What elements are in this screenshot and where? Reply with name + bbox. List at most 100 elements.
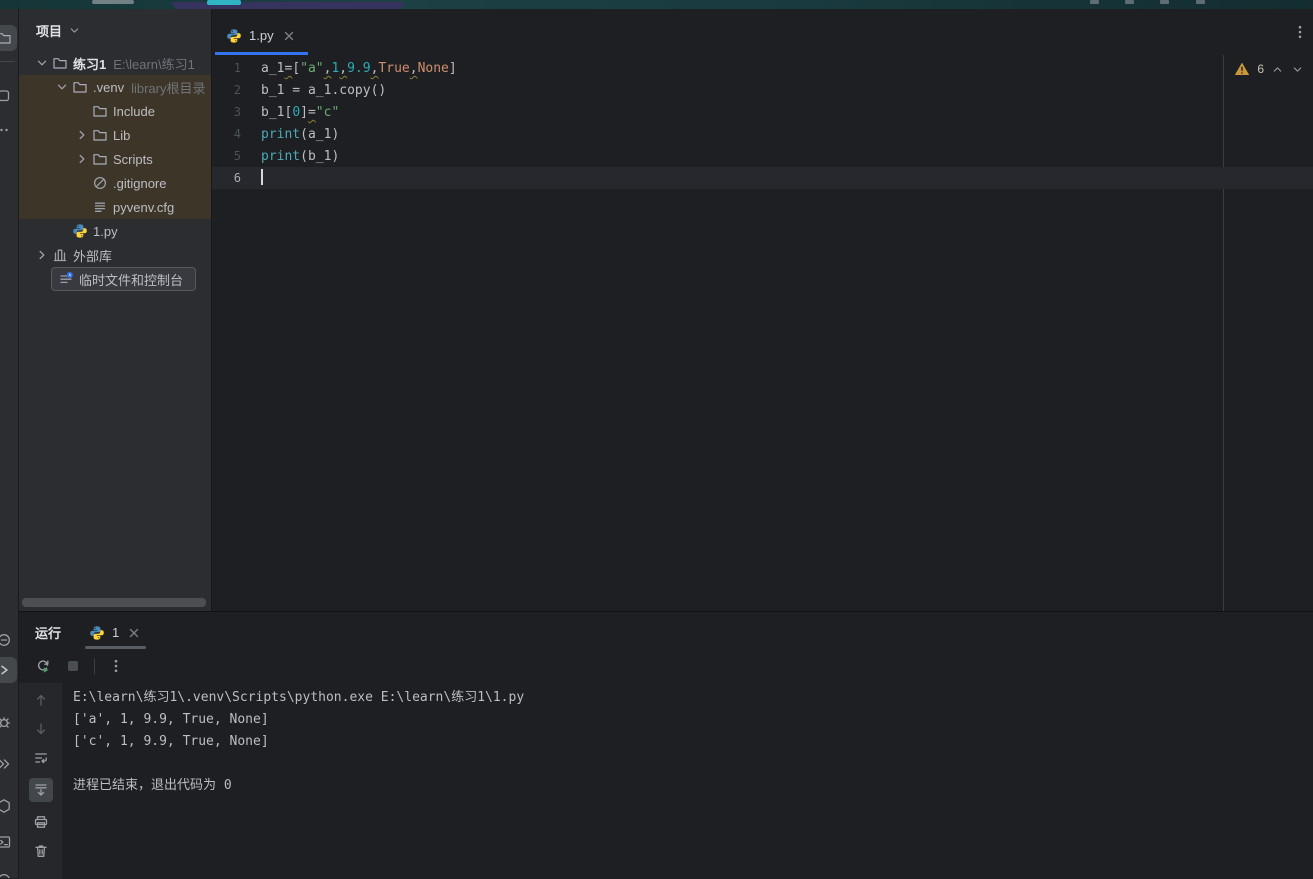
line-number[interactable]: 5	[212, 145, 241, 167]
background-toolbar-icon	[1125, 0, 1134, 4]
tree-item[interactable]: Lib	[19, 123, 211, 147]
background-artifact	[92, 0, 134, 4]
background-toolbar-icon	[1160, 0, 1169, 4]
run-tab-label: 1	[112, 625, 119, 640]
line-number[interactable]: 2	[212, 79, 241, 101]
project-tool-button[interactable]	[0, 25, 17, 51]
scratches-box[interactable]: 临时文件和控制台	[51, 267, 196, 291]
text-cursor	[261, 169, 263, 185]
scroll-to-end-button[interactable]	[29, 778, 53, 802]
tree-item-label: .gitignore	[113, 176, 166, 191]
tree-item-label: 临时文件和控制台	[79, 270, 183, 289]
warning-icon	[1234, 61, 1250, 77]
tree-item-label: 1.py	[93, 224, 118, 239]
next-problem-icon[interactable]	[1291, 63, 1304, 76]
line-number[interactable]: 6	[212, 167, 241, 189]
terminal-tool-button[interactable]	[0, 829, 17, 855]
scratch-icon	[57, 271, 75, 287]
code-editor[interactable]: 1a_1=["a",1,9.9,True,None]2b_1 = a_1.cop…	[212, 57, 1313, 189]
code-line[interactable]: 5print(b_1)	[212, 145, 1313, 167]
tool-window-stripe-left	[0, 9, 19, 878]
help-tool-button[interactable]	[0, 867, 17, 878]
line-number[interactable]: 3	[212, 101, 241, 123]
soft-wrap-button[interactable]	[32, 749, 50, 767]
code-line[interactable]: 2b_1 = a_1.copy()	[212, 79, 1313, 101]
line-number[interactable]: 1	[212, 57, 241, 79]
chevron-spacer	[73, 103, 91, 119]
close-icon[interactable]	[126, 625, 142, 641]
tree-item-hint: E:\learn\练习1	[113, 54, 195, 73]
code-line[interactable]: 6	[212, 167, 1313, 189]
toolbar-separator	[94, 658, 95, 675]
chevron-spacer	[73, 199, 91, 215]
python-icon	[71, 223, 89, 239]
services-tool-button[interactable]	[0, 751, 17, 777]
chevron-right-icon[interactable]	[33, 247, 51, 263]
tab-label: 1.py	[249, 28, 274, 43]
tree-item-label: 练习1	[73, 54, 106, 73]
debug-tool-button[interactable]	[0, 709, 17, 735]
editor-area: 1.py 1a_1=["a",1,9.9,True,None]2b_1 = a_…	[211, 9, 1313, 611]
editor-tab-1py[interactable]: 1.py	[215, 16, 308, 55]
background-artifact	[207, 0, 241, 5]
tab-options-menu-icon[interactable]	[1292, 24, 1308, 40]
chevron-down-icon	[68, 24, 81, 37]
chevron-down-icon[interactable]	[53, 79, 71, 95]
tree-item[interactable]: Include	[19, 99, 211, 123]
console-line: E:\learn\练习1\.venv\Scripts\python.exe E:…	[73, 687, 524, 709]
tree-item-label: pyvenv.cfg	[113, 200, 174, 215]
python-packages-tool-button[interactable]	[0, 793, 17, 819]
inspections-widget[interactable]: 6	[1234, 61, 1304, 77]
tree-item[interactable]: 外部库	[19, 243, 211, 267]
clear-console-button[interactable]	[32, 842, 50, 860]
tree-item[interactable]: 临时文件和控制台	[19, 267, 211, 291]
project-panel-title: 项目	[36, 21, 62, 40]
tree-item[interactable]: 练习1 E:\learn\练习1	[19, 51, 211, 75]
tree-item[interactable]: .gitignore	[19, 171, 211, 195]
tree-item-label: .venv	[93, 80, 124, 95]
up-stacktrace-button[interactable]	[32, 691, 50, 709]
console-line: ['c', 1, 9.9, True, None]	[73, 731, 524, 753]
run-tool-window: 运行 1 E:\learn\练习1\.venv\Scripts\python.e…	[19, 611, 1313, 879]
code-line[interactable]: 3b_1[0]="c"	[212, 101, 1313, 123]
editor-tab-bar: 1.py	[212, 9, 1313, 55]
print-button[interactable]	[32, 813, 50, 831]
folder-icon	[51, 55, 69, 71]
chevron-right-icon[interactable]	[73, 127, 91, 143]
tree-item[interactable]: 1.py	[19, 219, 211, 243]
folder-icon	[91, 103, 109, 119]
code-line[interactable]: 1a_1=["a",1,9.9,True,None]	[212, 57, 1313, 79]
folder-icon	[71, 79, 89, 95]
background-window-strip	[0, 0, 1313, 9]
line-number[interactable]: 4	[212, 123, 241, 145]
python-console-tool-button[interactable]	[0, 627, 17, 653]
chevron-spacer	[53, 223, 71, 239]
chevron-spacer	[33, 271, 51, 287]
run-tool-button[interactable]	[0, 657, 17, 683]
stripe-divider	[0, 61, 15, 62]
run-tab-1[interactable]: 1	[81, 616, 150, 649]
run-panel-title[interactable]: 运行	[35, 623, 61, 642]
project-panel-header[interactable]: 项目	[19, 9, 211, 51]
background-toolbar-icon	[1090, 0, 1099, 4]
tree-item[interactable]: .venvlibrary根目录	[19, 75, 211, 99]
down-stacktrace-button[interactable]	[32, 720, 50, 738]
folder-icon	[91, 151, 109, 167]
stop-button[interactable]	[64, 657, 82, 675]
tree-item[interactable]: Scripts	[19, 147, 211, 171]
tree-item[interactable]: pyvenv.cfg	[19, 195, 211, 219]
commit-tool-button[interactable]	[0, 83, 17, 109]
more-tool-windows-button[interactable]	[0, 117, 17, 143]
chevron-right-icon[interactable]	[73, 151, 91, 167]
console-toolbar	[19, 683, 62, 879]
previous-problem-icon[interactable]	[1271, 63, 1284, 76]
close-icon[interactable]	[281, 28, 297, 44]
code-line[interactable]: 4print(a_1)	[212, 123, 1313, 145]
chevron-down-icon[interactable]	[33, 55, 51, 71]
editor-body[interactable]: 1a_1=["a",1,9.9,True,None]2b_1 = a_1.cop…	[212, 55, 1313, 611]
more-options-icon[interactable]	[107, 657, 125, 675]
horizontal-scrollbar-thumb[interactable]	[22, 598, 206, 607]
rerun-button[interactable]	[34, 657, 52, 675]
run-panel-header: 运行 1	[19, 612, 1313, 649]
console-output: E:\learn\练习1\.venv\Scripts\python.exe E:…	[73, 687, 524, 797]
